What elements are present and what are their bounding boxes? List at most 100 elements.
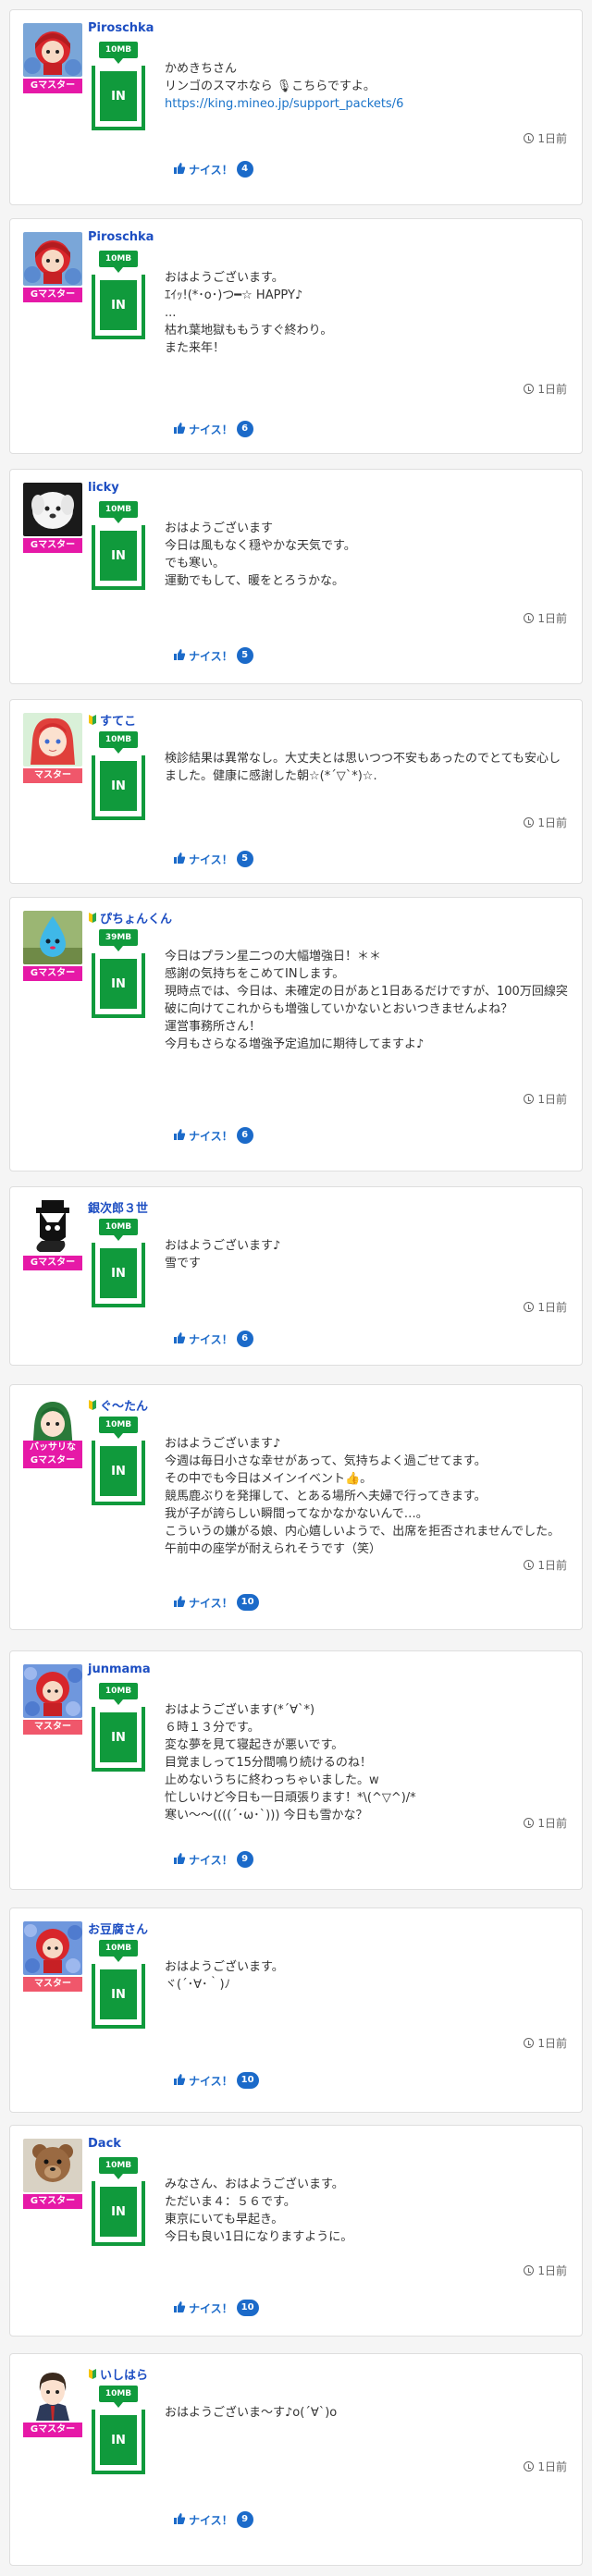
post-body: 今日はプラン星二つの大幅増強日！＊＊ 感謝の気持ちをこめてINします。 現時点で… — [165, 948, 569, 1053]
user-avatar[interactable] — [23, 483, 82, 536]
user-name-link[interactable]: お豆腐さん — [88, 1920, 148, 1937]
user-name-link[interactable]: ぴちょんくん — [88, 909, 172, 926]
user-name-link[interactable]: 銀次郎３世 — [88, 1198, 148, 1216]
clock-icon — [524, 1818, 535, 1828]
support-packet-link[interactable]: https://king.mineo.jp/support_packets/6 — [165, 97, 403, 111]
rank-badge: Gマスター — [23, 79, 82, 93]
post-body: おはようございます 今日は風もなく穏やかな天気です。 でも寒い。 運動でもして、… — [165, 520, 569, 590]
user-name-link[interactable]: junmama — [88, 1662, 151, 1676]
user-avatar[interactable] — [23, 1921, 82, 1975]
packet-amount: 10MB — [99, 1940, 138, 1957]
packet-in-label: IN — [100, 280, 137, 330]
rank-badge: マスター — [23, 1720, 82, 1735]
nice-count-badge: 9 — [236, 1851, 253, 1868]
nice-label: ナイス！ — [189, 163, 233, 177]
nice-button[interactable]: ナイス！ 6 — [173, 1127, 253, 1144]
packet-tank-icon: IN — [92, 525, 145, 590]
down-arrow-icon — [114, 946, 123, 951]
thumbs-up-icon — [173, 1128, 189, 1144]
rank-badge: Gマスター — [23, 1454, 82, 1468]
rank-badge: Gマスター — [23, 1256, 82, 1270]
nice-label: ナイス！ — [189, 1332, 233, 1346]
post-text: おはようございます。 ヾ(´･∀･｀)ﾉ — [165, 1960, 284, 1992]
thumbs-up-icon — [173, 2512, 189, 2528]
user-name: licky — [88, 481, 119, 495]
nice-button[interactable]: ナイス！ 5 — [173, 851, 253, 867]
time-label: 1日前 — [537, 2264, 567, 2277]
thumbs-up-icon — [173, 162, 189, 178]
timeline-post: Gマスター Piroschka 10MB IN おはようございます。 ｴｲｯ!(… — [9, 218, 583, 454]
thumbs-up-icon — [173, 2073, 189, 2089]
down-arrow-icon — [114, 2402, 123, 2408]
time-label: 1日前 — [537, 132, 567, 145]
packet-tank-icon: IN — [92, 2410, 145, 2474]
user-name: 銀次郎３世 — [88, 1202, 149, 1216]
nice-label: ナイス！ — [189, 2301, 233, 2315]
nice-count-badge: 6 — [236, 1127, 253, 1144]
post-text: おはようございま〜す♪o(´∀`)o — [165, 2406, 338, 2420]
packet-in-label: IN — [100, 1969, 137, 2019]
user-avatar[interactable] — [23, 911, 82, 964]
nice-button[interactable]: ナイス！ 5 — [173, 647, 253, 664]
beginner-leaf-icon — [88, 1400, 100, 1414]
nice-button[interactable]: ナイス！ 10 — [173, 2300, 259, 2316]
post-body: おはようございます(*´∀`*) ６時１３分です。 変な夢を見て寝起きが悪いです… — [165, 1701, 569, 1824]
rank-badge: マスター — [23, 1977, 82, 1992]
user-avatar[interactable] — [23, 1664, 82, 1718]
packet-in-label: IN — [100, 531, 137, 581]
user-avatar[interactable] — [23, 713, 82, 767]
post-text: おはようございます♪ 今週は毎日小さな幸せがあって、気持ちよく過ごせてます。 そ… — [165, 1437, 561, 1556]
post-time: 1日前 — [524, 610, 567, 626]
post-time: 1日前 — [524, 1557, 567, 1573]
user-name-link[interactable]: licky — [88, 481, 119, 495]
nice-count-badge: 10 — [236, 2300, 259, 2316]
packet-amount: 39MB — [99, 929, 138, 946]
user-avatar[interactable] — [23, 23, 82, 77]
packet-in-label: IN — [100, 2187, 137, 2237]
clock-icon — [524, 2038, 535, 2048]
nice-button[interactable]: ナイス！ 10 — [173, 1594, 259, 1611]
nice-button[interactable]: ナイス！ 9 — [173, 1851, 253, 1868]
post-text: おはようございます♪ 雪です — [165, 1239, 281, 1270]
user-name-link[interactable]: すてこ — [88, 711, 136, 729]
thumbs-up-icon — [173, 422, 189, 437]
down-arrow-icon — [114, 2174, 123, 2179]
user-name-link[interactable]: ぐ〜たん — [88, 1396, 148, 1414]
post-time: 1日前 — [524, 1815, 567, 1831]
user-name: いしはら — [100, 2369, 149, 2383]
packet-in-label: IN — [100, 1446, 137, 1496]
post-text: かめきちさん リンゴのスマホなら 🎙こちらですよ。 — [165, 62, 376, 93]
packet-amount: 10MB — [99, 1219, 138, 1235]
user-name-link[interactable]: Dack — [88, 2137, 121, 2151]
packet-tank-icon: IN — [92, 66, 145, 130]
user-name-link[interactable]: Piroschka — [88, 230, 154, 244]
packet-amount: 10MB — [99, 731, 138, 748]
user-name: ぐ〜たん — [100, 1400, 149, 1414]
packet-in-indicator: 10MB IN — [92, 2386, 145, 2474]
nice-count-badge: 4 — [236, 161, 253, 178]
post-body: 検診結果は異常なし。大丈夫とは思いつつ不安もあったのでとても安心しました。健康に… — [165, 750, 569, 785]
nice-label: ナイス！ — [189, 853, 233, 866]
timeline-post: Gマスター 銀次郎３世 10MB IN おはようございます♪ 雪です 1日前 ナ… — [9, 1186, 583, 1366]
timeline-post: マスター junmama 10MB IN おはようございます(*´∀`*) ６時… — [9, 1650, 583, 1890]
post-time: 1日前 — [524, 2035, 567, 2051]
nice-button[interactable]: ナイス！ 6 — [173, 1331, 253, 1347]
user-avatar[interactable] — [23, 2139, 82, 2192]
packet-in-indicator: 10MB IN — [92, 731, 145, 820]
user-name: junmama — [88, 1662, 151, 1676]
user-name-link[interactable]: Piroschka — [88, 21, 154, 35]
user-avatar[interactable] — [23, 232, 82, 286]
time-label: 1日前 — [537, 2037, 567, 2050]
user-name-link[interactable]: いしはら — [88, 2365, 148, 2383]
nice-button[interactable]: ナイス！ 4 — [173, 161, 253, 178]
beginner-leaf-icon — [88, 2369, 100, 2383]
nice-button[interactable]: ナイス！ 9 — [173, 2511, 253, 2528]
nice-button[interactable]: ナイス！ 6 — [173, 421, 253, 437]
nice-button[interactable]: ナイス！ 10 — [173, 2072, 259, 2089]
timeline-post: バッサリな Gマスター ぐ〜たん 10MB IN おはようございます♪ 今週は毎… — [9, 1384, 583, 1630]
post-text: みなさん、おはようございます。 ただいま４：５６です。 東京にいても早起き。 今… — [165, 2177, 353, 2244]
user-avatar[interactable] — [23, 1200, 82, 1254]
nice-count-badge: 9 — [236, 2511, 253, 2528]
clock-icon — [524, 1560, 535, 1570]
user-avatar[interactable] — [23, 2367, 82, 2421]
